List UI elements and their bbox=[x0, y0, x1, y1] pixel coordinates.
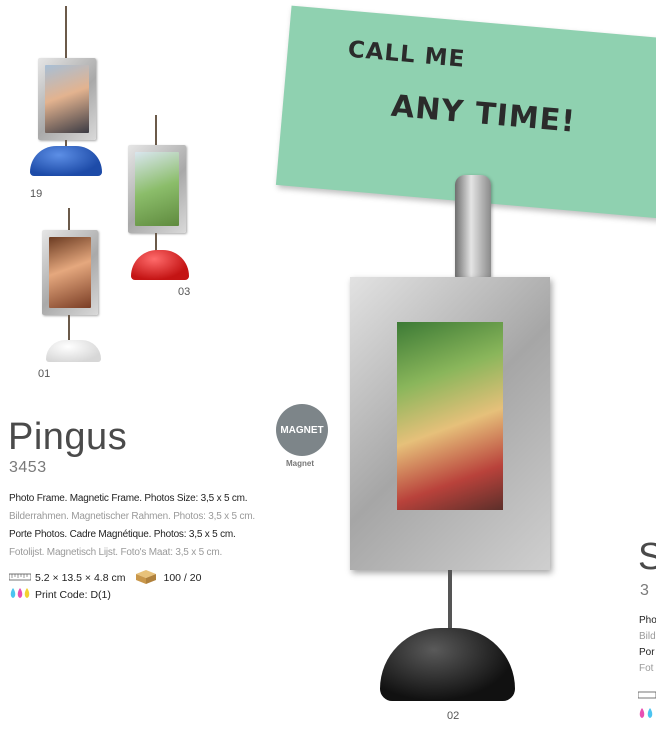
base-red bbox=[131, 250, 189, 280]
ink-drops-icon bbox=[9, 587, 31, 602]
next-product-title-partial: S bbox=[638, 536, 656, 578]
mini-frame bbox=[42, 230, 98, 315]
variant-number: 19 bbox=[30, 188, 43, 200]
variant-number: 02 bbox=[447, 710, 460, 722]
memo-clip bbox=[455, 175, 491, 280]
mini-photo bbox=[45, 65, 89, 133]
box-icon bbox=[133, 568, 159, 587]
next-desc-3: Por bbox=[639, 647, 655, 658]
note-line1: CALL ME bbox=[346, 36, 467, 73]
description-de: Bilderrahmen. Magnetischer Rahmen. Photo… bbox=[9, 511, 255, 522]
next-desc-1: Pho bbox=[639, 615, 656, 626]
next-ruler-icon bbox=[637, 686, 656, 704]
variant-number: 01 bbox=[38, 368, 51, 380]
ruler-icon bbox=[8, 572, 32, 584]
specs-row: 5.2 × 13.5 × 4.8 cm 100 / 20 bbox=[8, 568, 202, 587]
print-row: Print Code: D(1) bbox=[9, 587, 111, 602]
next-product-code-partial: 3 bbox=[640, 582, 649, 599]
variant-number: 03 bbox=[178, 286, 191, 298]
description-fr: Porte Photos. Cadre Magnétique. Photos: … bbox=[9, 529, 236, 540]
next-ink-drops-icon bbox=[638, 706, 656, 724]
product-code: 3453 bbox=[9, 459, 47, 476]
print-code: Print Code: D(1) bbox=[35, 588, 111, 601]
mini-photo bbox=[135, 152, 179, 226]
next-desc-4: Fot bbox=[639, 663, 654, 674]
packaging: 100 / 20 bbox=[163, 571, 202, 584]
photo-frame-main bbox=[350, 277, 550, 570]
magnet-badge: MAGNET bbox=[276, 404, 328, 456]
dimensions: 5.2 × 13.5 × 4.8 cm bbox=[35, 571, 126, 584]
badge-caption: Magnet bbox=[286, 459, 314, 468]
base-black bbox=[380, 628, 515, 701]
base-blue bbox=[30, 146, 102, 176]
mini-frame bbox=[38, 58, 96, 140]
description-en: Photo Frame. Magnetic Frame. Photos Size… bbox=[9, 493, 248, 504]
mini-frame bbox=[128, 145, 186, 233]
description-nl: Fotolijst. Magnetisch Lijst. Foto's Maat… bbox=[9, 547, 223, 558]
wire bbox=[65, 6, 67, 61]
base-white bbox=[46, 340, 101, 362]
next-desc-2: Bild bbox=[639, 631, 656, 642]
product-title: Pingus bbox=[8, 416, 128, 458]
badge-label: MAGNET bbox=[280, 424, 324, 436]
note-line2: ANY TIME! bbox=[389, 88, 578, 140]
frame-photo bbox=[397, 322, 503, 510]
mini-photo bbox=[49, 237, 91, 308]
